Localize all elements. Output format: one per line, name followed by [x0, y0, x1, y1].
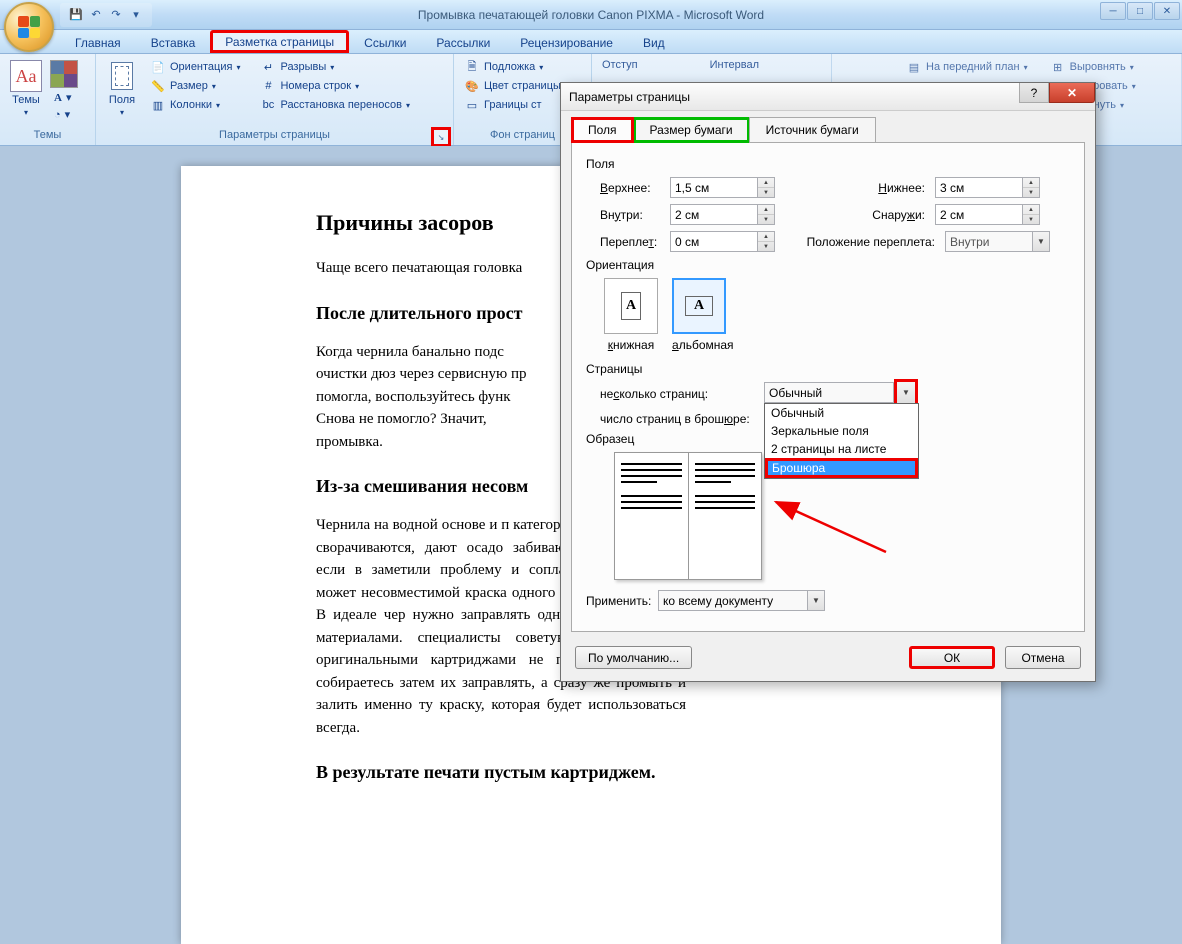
- theme-fonts-button[interactable]: A▾: [50, 90, 78, 105]
- combo-apply[interactable]: ▼: [658, 590, 825, 611]
- label-top: Верхнее:: [600, 181, 670, 195]
- dialog-title: Параметры страницы: [569, 90, 690, 104]
- maximize-button[interactable]: □: [1127, 2, 1153, 20]
- label-inside: Внутри:: [600, 208, 670, 222]
- window-title: Промывка печатающей головки Canon PIXMA …: [0, 8, 1182, 22]
- spinner-bottom[interactable]: ▲▼: [935, 177, 1040, 198]
- section-pages: Страницы: [586, 362, 1070, 376]
- option-mirror[interactable]: Зеркальные поля: [765, 422, 918, 440]
- orientation-button[interactable]: 📄Ориентация: [146, 58, 244, 76]
- option-booklet[interactable]: Брошюра: [765, 458, 918, 478]
- heading-4: В результате печати пустым картриджем.: [316, 759, 871, 786]
- close-button[interactable]: ✕: [1154, 2, 1180, 20]
- theme-colors-button[interactable]: [50, 60, 78, 88]
- label-bottom: Нижнее:: [775, 181, 935, 195]
- margins-icon: [106, 60, 138, 92]
- tab-view[interactable]: Вид: [628, 31, 680, 53]
- qat-dropdown-icon[interactable]: ▾: [128, 7, 144, 23]
- orientation-icon: 📄: [150, 59, 166, 75]
- tab-page-layout[interactable]: Разметка страницы: [210, 30, 349, 53]
- tab-mailings[interactable]: Рассылки: [421, 31, 505, 53]
- bring-front-button[interactable]: ▤На передний план: [902, 58, 1032, 76]
- undo-icon[interactable]: ↶: [88, 7, 104, 23]
- line-numbers-button[interactable]: #Номера строк: [256, 77, 414, 95]
- combo-gutter-pos[interactable]: ▼: [945, 231, 1050, 252]
- columns-icon: ▥: [150, 97, 166, 113]
- margins-button[interactable]: Поля▾: [102, 58, 142, 120]
- default-button[interactable]: По умолчанию...: [575, 646, 692, 669]
- size-icon: 📏: [150, 78, 166, 94]
- annotation-arrow: [766, 492, 896, 562]
- minimize-button[interactable]: ─: [1100, 2, 1126, 20]
- watermark-button[interactable]: 🗎Подложка: [460, 58, 573, 76]
- page-setup-launcher[interactable]: ↘: [431, 127, 451, 147]
- multipage-dropdown-list: Обычный Зеркальные поля 2 страницы на ли…: [764, 403, 919, 479]
- page-setup-dialog: Параметры страницы ? ✕ Поля Размер бумаг…: [560, 82, 1096, 682]
- cancel-button[interactable]: Отмена: [1005, 646, 1081, 669]
- spacing-label: Интервал: [706, 58, 763, 72]
- indent-label: Отступ: [598, 58, 642, 72]
- save-icon[interactable]: 💾: [68, 7, 84, 23]
- size-button[interactable]: 📏Размер: [146, 77, 244, 95]
- align-button[interactable]: ⊞Выровнять: [1046, 58, 1140, 76]
- dialog-tabs: Поля Размер бумаги Источник бумаги: [571, 117, 1095, 143]
- quick-access-toolbar: 💾 ↶ ↷ ▾: [60, 3, 152, 27]
- ribbon-tabs: Главная Вставка Разметка страницы Ссылки…: [0, 30, 1182, 54]
- breaks-icon: ↵: [260, 59, 276, 75]
- columns-button[interactable]: ▥Колонки: [146, 96, 244, 114]
- spinner-top[interactable]: ▲▼: [670, 177, 775, 198]
- multipage-dropdown-button[interactable]: ▼: [894, 379, 918, 406]
- option-normal[interactable]: Обычный: [765, 404, 918, 422]
- combo-multipage[interactable]: ▼ Обычный Зеркальные поля 2 страницы на …: [764, 382, 918, 406]
- theme-effects-button[interactable]: ◔▾: [50, 107, 78, 122]
- label-multipage: несколько страниц:: [600, 387, 764, 401]
- themes-icon: Aa: [10, 60, 42, 92]
- tab-insert[interactable]: Вставка: [136, 31, 211, 53]
- label-apply: Применить:: [586, 594, 658, 608]
- sample-preview: [614, 452, 762, 580]
- office-button[interactable]: [4, 2, 54, 52]
- section-margins: Поля: [586, 157, 1070, 171]
- label-gutter-pos: Положение переплета:: [775, 235, 945, 249]
- borders-icon: ▭: [464, 97, 480, 113]
- linenum-icon: #: [260, 78, 276, 94]
- label-gutter: Переплет:: [600, 235, 670, 249]
- window-titlebar: 💾 ↶ ↷ ▾ Промывка печатающей головки Cano…: [0, 0, 1182, 30]
- watermark-icon: 🗎: [464, 59, 480, 75]
- label-outside: Снаружи:: [775, 208, 935, 222]
- orientation-landscape[interactable]: A альбомная: [672, 278, 734, 352]
- pagecolor-icon: 🎨: [464, 78, 480, 94]
- breaks-button[interactable]: ↵Разрывы: [256, 58, 414, 76]
- dialog-titlebar[interactable]: Параметры страницы ? ✕: [561, 83, 1095, 111]
- dialog-close-button[interactable]: ✕: [1049, 83, 1095, 103]
- spinner-outside[interactable]: ▲▼: [935, 204, 1040, 225]
- tab-references[interactable]: Ссылки: [349, 31, 421, 53]
- themes-button[interactable]: Aa Темы▾: [6, 58, 46, 120]
- spinner-gutter[interactable]: ▲▼: [670, 231, 775, 252]
- ok-button[interactable]: ОК: [909, 646, 995, 669]
- hyphenation-button[interactable]: bcРасстановка переносов: [256, 96, 414, 114]
- dialog-tab-source[interactable]: Источник бумаги: [749, 117, 876, 143]
- hyphen-icon: bc: [260, 97, 276, 113]
- page-borders-button[interactable]: ▭Границы ст: [460, 96, 573, 114]
- page-color-button[interactable]: 🎨Цвет страницы: [460, 77, 573, 95]
- orientation-portrait[interactable]: A книжная: [604, 278, 658, 352]
- section-orientation: Ориентация: [586, 258, 1070, 272]
- chevron-down-icon[interactable]: ▼: [1033, 231, 1050, 252]
- group-themes: Темы: [6, 129, 89, 145]
- redo-icon[interactable]: ↷: [108, 7, 124, 23]
- tab-home[interactable]: Главная: [60, 31, 136, 53]
- dialog-tab-paper[interactable]: Размер бумаги: [633, 117, 750, 143]
- label-sheets: число страниц в брошюре:: [600, 412, 764, 426]
- group-page-setup: Параметры страницы ↘: [102, 129, 447, 145]
- chevron-down-icon[interactable]: ▼: [808, 590, 825, 611]
- spinner-inside[interactable]: ▲▼: [670, 204, 775, 225]
- tab-review[interactable]: Рецензирование: [505, 31, 628, 53]
- dialog-help-button[interactable]: ?: [1019, 83, 1049, 103]
- dialog-tab-margins[interactable]: Поля: [571, 117, 634, 143]
- option-two-per-sheet[interactable]: 2 страницы на листе: [765, 440, 918, 458]
